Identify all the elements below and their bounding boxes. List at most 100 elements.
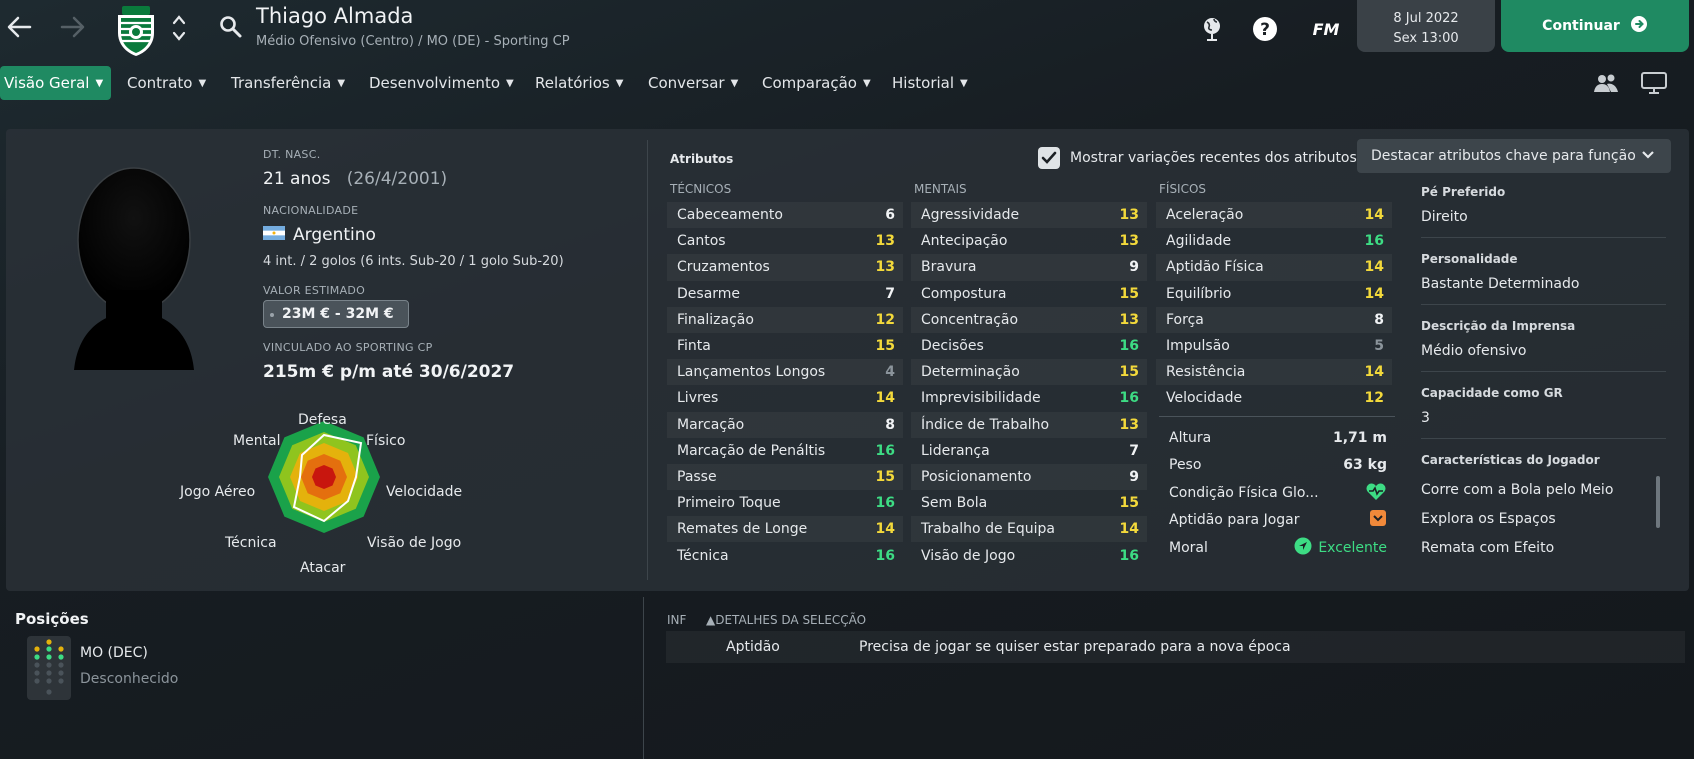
trait-item[interactable]: Remata com Efeito bbox=[1421, 533, 1666, 562]
position-pitch-icon[interactable] bbox=[27, 636, 71, 700]
trait-item[interactable]: Corre com a Bola pelo Meio bbox=[1421, 475, 1666, 504]
heart-pulse-icon bbox=[1365, 481, 1387, 505]
switch-player-chevrons-icon[interactable] bbox=[170, 10, 188, 46]
attribute-row[interactable]: Aceleração 14 bbox=[1156, 202, 1392, 229]
tab-comparacao[interactable]: Comparação ▼ bbox=[762, 66, 871, 100]
tab-transferencia[interactable]: Transferência ▼ bbox=[231, 66, 345, 100]
morale-status: Excelente bbox=[1294, 537, 1387, 559]
attribute-row[interactable]: Aptidão Física 14 bbox=[1156, 254, 1392, 281]
foot-label: Pé Preferido bbox=[1421, 185, 1506, 199]
technical-header: TÉCNICOS bbox=[670, 182, 732, 196]
morale-row[interactable]: Moral Excelente bbox=[1159, 534, 1395, 562]
attribute-row[interactable]: Determinação 15 bbox=[911, 359, 1147, 386]
fm-menu-button[interactable]: FM bbox=[1306, 12, 1346, 46]
attribute-row[interactable]: Finta 15 bbox=[667, 333, 903, 359]
morale-value: Excelente bbox=[1318, 539, 1387, 556]
attribute-row[interactable]: Concentração 13 bbox=[911, 306, 1147, 333]
attribute-row[interactable]: Finalização 12 bbox=[667, 306, 903, 333]
attribute-radar-chart[interactable] bbox=[266, 419, 382, 535]
tab-historial[interactable]: Historial ▼ bbox=[892, 66, 968, 100]
tab-relatorios[interactable]: Relatórios ▼ bbox=[535, 66, 623, 100]
nationality-value: Argentino bbox=[293, 225, 376, 245]
attribute-name: Sem Bola bbox=[921, 495, 988, 512]
attribute-row[interactable]: Cruzamentos 13 bbox=[667, 254, 903, 281]
attribute-row[interactable]: Técnica 16 bbox=[667, 542, 903, 568]
attribute-row[interactable]: Primeiro Toque 16 bbox=[667, 490, 903, 516]
tab-visao-geral[interactable]: Visão Geral ▼ bbox=[0, 66, 112, 100]
radar-label-defesa: Defesa bbox=[298, 412, 347, 428]
selection-details-header[interactable]: ▲DETALHES DA SELECÇÃO bbox=[706, 613, 866, 627]
tab-conversar[interactable]: Conversar ▼ bbox=[648, 66, 738, 100]
chevron-down-icon: ▼ bbox=[960, 77, 968, 89]
tab-label: Conversar bbox=[648, 74, 725, 92]
attribute-row[interactable]: Equilíbrio 14 bbox=[1156, 281, 1392, 307]
top-bar: Thiago Almada Médio Ofensivo (Centro) / … bbox=[0, 0, 1694, 60]
attribute-row[interactable]: Livres 14 bbox=[667, 385, 903, 411]
attribute-row[interactable]: Posicionamento 9 bbox=[911, 463, 1147, 491]
continue-label: Continuar bbox=[1542, 18, 1620, 34]
inf-header[interactable]: INF bbox=[667, 613, 686, 627]
show-changes-toggle[interactable]: Mostrar variações recentes dos atributos bbox=[1038, 147, 1357, 169]
tab-desenvolvimento[interactable]: Desenvolvimento ▼ bbox=[369, 66, 514, 100]
attribute-row[interactable]: Desarme 7 bbox=[667, 281, 903, 307]
attribute-row[interactable]: Bravura 9 bbox=[911, 254, 1147, 281]
attribute-name: Trabalho de Equipa bbox=[921, 521, 1055, 538]
attribute-row[interactable]: Velocidade 12 bbox=[1156, 385, 1392, 411]
height-row: Altura 1,71 m bbox=[1159, 424, 1395, 452]
attribute-row[interactable]: Lançamentos Longos 4 bbox=[667, 359, 903, 386]
continue-button[interactable]: Continuar bbox=[1501, 0, 1689, 52]
attribute-row[interactable]: Cantos 13 bbox=[667, 228, 903, 254]
details-row[interactable]: Aptidão Precisa de jogar se quiser estar… bbox=[666, 631, 1685, 663]
people-icon[interactable] bbox=[1590, 68, 1622, 98]
highlight-key-attributes-dropdown[interactable]: Destacar atributos chave para função bbox=[1357, 139, 1671, 173]
attribute-row[interactable]: Agressividade 13 bbox=[911, 202, 1147, 229]
club-crest-logo[interactable] bbox=[112, 4, 160, 58]
attribute-name: Agressividade bbox=[921, 207, 1020, 224]
attribute-name: Posicionamento bbox=[921, 468, 1032, 485]
highlight-label: Destacar atributos chave para função bbox=[1371, 148, 1636, 164]
attribute-row[interactable]: Agilidade 16 bbox=[1156, 228, 1392, 254]
back-arrow-icon[interactable] bbox=[2, 10, 36, 44]
search-icon[interactable] bbox=[218, 14, 244, 40]
tab-contrato[interactable]: Contrato ▼ bbox=[127, 66, 206, 100]
screen-icon[interactable] bbox=[1638, 68, 1670, 98]
traits-scrollbar[interactable] bbox=[1656, 476, 1660, 528]
help-icon[interactable]: ? bbox=[1248, 12, 1282, 46]
attribute-row[interactable]: Força 8 bbox=[1156, 306, 1392, 333]
attribute-row[interactable]: Sem Bola 15 bbox=[911, 490, 1147, 516]
traits-label: Características do Jogador bbox=[1421, 453, 1600, 467]
attribute-name: Aceleração bbox=[1166, 207, 1244, 224]
attribute-row[interactable]: Trabalho de Equipa 14 bbox=[911, 516, 1147, 543]
globe-icon[interactable] bbox=[1195, 12, 1229, 46]
attribute-row[interactable]: Marcação 8 bbox=[667, 411, 903, 438]
attribute-value: 8 bbox=[885, 416, 895, 433]
checkbox-checked-icon[interactable] bbox=[1038, 147, 1060, 169]
attribute-row[interactable]: Compostura 15 bbox=[911, 281, 1147, 307]
match-fit-row[interactable]: Aptidão para Jogar bbox=[1159, 507, 1395, 535]
attribute-value: 15 bbox=[875, 468, 895, 485]
attribute-row[interactable]: Liderança 7 bbox=[911, 438, 1147, 464]
date-display[interactable]: 8 Jul 2022 Sex 13:00 bbox=[1357, 0, 1495, 52]
attribute-name: Livres bbox=[677, 390, 719, 407]
trait-item[interactable]: Explora os Espaços bbox=[1421, 504, 1666, 533]
forward-arrow-icon[interactable] bbox=[56, 10, 90, 44]
tab-label: Visão Geral bbox=[4, 74, 90, 92]
attribute-name: Equilíbrio bbox=[1166, 285, 1232, 302]
attribute-name: Decisões bbox=[921, 338, 984, 355]
attribute-row[interactable]: Imprevisibilidade 16 bbox=[911, 385, 1147, 411]
contract-label: VINCULADO AO SPORTING CP bbox=[263, 341, 433, 354]
attribute-row[interactable]: Remates de Longe 14 bbox=[667, 516, 903, 543]
attribute-row[interactable]: Marcação de Penáltis 16 bbox=[667, 438, 903, 464]
attribute-row[interactable]: Resistência 14 bbox=[1156, 359, 1392, 386]
attribute-row[interactable]: Impulsão 5 bbox=[1156, 333, 1392, 359]
attribute-row[interactable]: Passe 15 bbox=[667, 463, 903, 491]
attribute-value: 13 bbox=[875, 259, 895, 276]
attribute-row[interactable]: Antecipação 13 bbox=[911, 228, 1147, 254]
sort-up-icon: ▲ bbox=[706, 613, 716, 627]
attribute-row[interactable]: Decisões 16 bbox=[911, 333, 1147, 359]
attribute-row[interactable]: Visão de Jogo 16 bbox=[911, 542, 1147, 568]
condition-row[interactable]: Condição Física Glo... bbox=[1159, 479, 1395, 507]
nationality-row[interactable]: Argentino bbox=[263, 225, 376, 245]
attribute-row[interactable]: Índice de Trabalho 13 bbox=[911, 411, 1147, 438]
attribute-row[interactable]: Cabeceamento 6 bbox=[667, 202, 903, 229]
